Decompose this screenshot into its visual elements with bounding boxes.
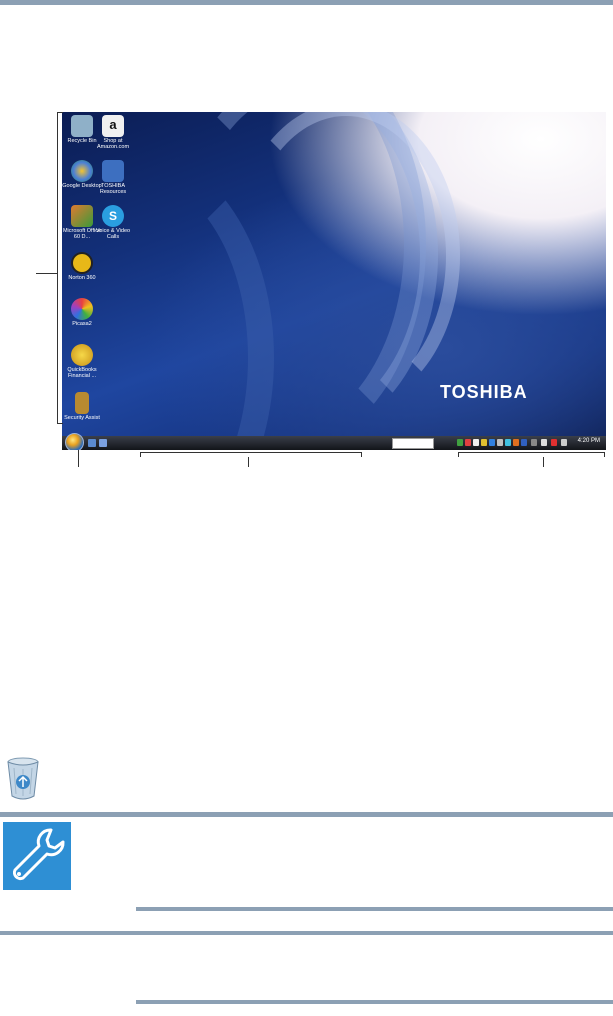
tray-icon[interactable] xyxy=(513,439,519,446)
section-bottom-rule xyxy=(136,1000,613,1004)
callout-bracket xyxy=(57,112,58,423)
volume-icon[interactable] xyxy=(561,439,567,446)
show-desktop-icon[interactable] xyxy=(88,439,96,447)
tray-icon[interactable] xyxy=(473,439,479,446)
desktop-icon-skype[interactable]: S Voice & Video Calls xyxy=(93,205,133,240)
tray-icon[interactable] xyxy=(551,439,557,446)
norton-icon xyxy=(71,252,93,274)
callout-bracket xyxy=(57,112,63,113)
icon-label: Norton 360 xyxy=(68,275,96,281)
icon-label: Picasa2 xyxy=(72,321,92,327)
skype-icon: S xyxy=(102,205,124,227)
start-button[interactable] xyxy=(65,433,84,450)
switch-windows-icon[interactable] xyxy=(99,439,107,447)
icon-label: Voice & Video Calls xyxy=(95,228,131,240)
quickbooks-icon xyxy=(71,344,93,366)
callout-bracket xyxy=(140,452,141,457)
callout-leader xyxy=(248,457,249,467)
taskbar: 4:20 PM xyxy=(62,433,606,450)
tray-icon[interactable] xyxy=(531,439,537,446)
wrench-icon xyxy=(12,828,65,881)
google-desktop-icon xyxy=(71,160,93,182)
callout-bracket xyxy=(361,452,362,457)
taskbar-clock: 4:20 PM xyxy=(577,438,600,444)
callout-leader xyxy=(543,457,544,467)
tray-icon[interactable] xyxy=(497,439,503,446)
callout-bracket xyxy=(458,452,605,453)
tray-icon[interactable] xyxy=(465,439,471,446)
search-input[interactable] xyxy=(392,438,434,449)
icon-label: QuickBooks Financial ... xyxy=(67,367,97,379)
note-bottom-rule xyxy=(136,907,613,911)
toshiba-logo: TOSHIBA xyxy=(440,382,528,402)
notification-area xyxy=(457,439,577,447)
tray-icon[interactable] xyxy=(541,439,547,446)
callout-bracket xyxy=(140,452,362,453)
desktop-icon-amazon[interactable]: a Shop at Amazon.com xyxy=(93,115,133,150)
icon-label: Security Assist xyxy=(64,415,100,421)
amazon-icon: a xyxy=(102,115,124,137)
section-rule xyxy=(0,931,613,935)
tray-icon[interactable] xyxy=(489,439,495,446)
callout-leader xyxy=(78,450,79,467)
tray-icon[interactable] xyxy=(505,439,511,446)
office-icon xyxy=(71,205,93,227)
security-assist-icon xyxy=(75,392,89,414)
tray-icon[interactable] xyxy=(481,439,487,446)
recycle-bin-icon xyxy=(71,115,93,137)
icon-label: TOSHIBA Resources xyxy=(99,183,127,195)
desktop-icon-picasa[interactable]: Picasa2 xyxy=(62,298,102,327)
note-top-rule xyxy=(0,812,613,817)
callout-bracket xyxy=(57,423,63,424)
toshiba-resources-icon xyxy=(102,160,124,182)
tray-icon[interactable] xyxy=(457,439,463,446)
callout-bracket xyxy=(604,452,605,457)
desktop-icon-quickbooks[interactable]: QuickBooks Financial ... xyxy=(62,344,102,379)
desktop-icon-toshiba-resources[interactable]: TOSHIBA Resources xyxy=(93,160,133,195)
picasa-icon xyxy=(71,298,93,320)
tray-icon[interactable] xyxy=(521,439,527,446)
callout-leader xyxy=(36,273,57,274)
desktop-screenshot: Recycle Bin a Shop at Amazon.com Google … xyxy=(62,112,606,450)
icon-label: Shop at Amazon.com xyxy=(96,138,130,150)
top-rule xyxy=(0,0,613,5)
recycle-bin-icon xyxy=(7,757,39,800)
wrench-icon xyxy=(3,822,71,890)
desktop-icon-norton[interactable]: Norton 360 xyxy=(62,252,102,281)
callout-bracket xyxy=(458,452,459,457)
desktop-icon-security-assist[interactable]: Security Assist xyxy=(62,392,102,421)
